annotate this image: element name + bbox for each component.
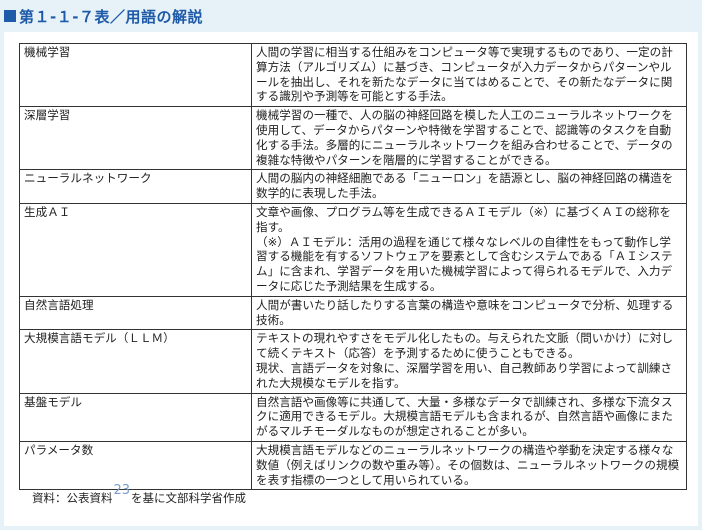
source-note: 資料：公表資料 23 を基に文部科学省作成 [32,483,247,506]
description-cell: 自然言語や画像等に共通して、大量・多様なデータで訓練され、多様な下流タスクに適用… [251,392,687,442]
term-cell: 大規模言語モデル（ＬＬＭ） [19,329,252,394]
description-note: （※）ＡＩモデル：活用の過程を通じて様々なレベルの自律性をもって動作し学習する機… [256,234,673,293]
term-cell: 自然言語処理 [19,295,252,331]
description-note: 現状、言語データを対象に、深層学習を用い、自己教師あり学習によって訓練された大規… [256,360,673,390]
glossary-table: 機械学習 人間の学習に相当する仕組みをコンピュータ等で実現するものであり、一定の… [19,42,687,491]
table-row: 深層学習 機械学習の一種で、人の脳の神経回路を模した人工のニューラルネットワーク… [19,106,687,171]
title-square-icon [4,10,16,22]
description-text: テキストの現れやすさをモデル化したもの。与えられた文脈（問いかけ）に対して続くテ… [256,331,674,361]
source-reference-number: 23 [113,483,131,498]
table-row: 大規模言語モデル（ＬＬＭ） テキストの現れやすさをモデル化したもの。与えられた文… [19,329,687,394]
term-cell: 基盤モデル [19,392,252,442]
table-row: 基盤モデル 自然言語や画像等に共通して、大量・多様なデータで訓練され、多様な下流… [19,392,687,442]
page-title: 第１-１-７表／用語の解説 [19,7,203,26]
table-row: ニューラルネットワーク 人間の脳内の神経細胞である「ニューロン」を語源とし、脳の… [19,169,687,204]
description-cell: 文章や画像、プログラム等を生成できるＡＩモデル（※）に基づくＡＩの総称を指す。 … [251,202,687,297]
table-row: 自然言語処理 人間が書いたり話したりする言葉の構造や意味をコンピュータで分析、処… [19,295,687,331]
term-cell: ニューラルネットワーク [19,169,252,204]
table-row: 生成ＡＩ 文章や画像、プログラム等を生成できるＡＩモデル（※）に基づくＡＩの総称… [19,202,687,297]
table-row: 機械学習 人間の学習に相当する仕組みをコンピュータ等で実現するものであり、一定の… [19,42,687,108]
description-cell: テキストの現れやすさをモデル化したもの。与えられた文脈（問いかけ）に対して続くテ… [251,329,687,394]
description-text: 文章や画像、プログラム等を生成できるＡＩモデル（※）に基づくＡＩの総称を指す。 [256,204,671,234]
content-panel: 機械学習 人間の学習に相当する仕組みをコンピュータ等で実現するものであり、一定の… [4,32,698,526]
term-cell: 深層学習 [19,106,252,171]
description-cell: 大規模言語モデルなどのニューラルネットワークの構造や挙動を決定する様々な数値（例… [251,440,687,491]
term-cell: 生成ＡＩ [19,202,252,297]
source-prefix: 資料：公表資料 [32,491,113,505]
term-cell: 機械学習 [19,42,252,108]
description-cell: 人間の脳内の神経細胞である「ニューロン」を語源とし、脳の神経回路の構造を数学的に… [251,169,687,204]
description-cell: 人間が書いたり話したりする言葉の構造や意味をコンピュータで分析、処理する技術。 [251,295,687,331]
description-cell: 機械学習の一種で、人の脳の神経回路を模した人工のニューラルネットワークを使用して… [251,106,687,171]
source-suffix: を基に文部科学省作成 [131,491,247,505]
term-cell: パラメータ数 [19,440,252,491]
title-bar: 第１-１-７表／用語の解説 [0,0,702,32]
description-cell: 人間の学習に相当する仕組みをコンピュータ等で実現するものであり、一定の計算方法（… [251,42,687,108]
